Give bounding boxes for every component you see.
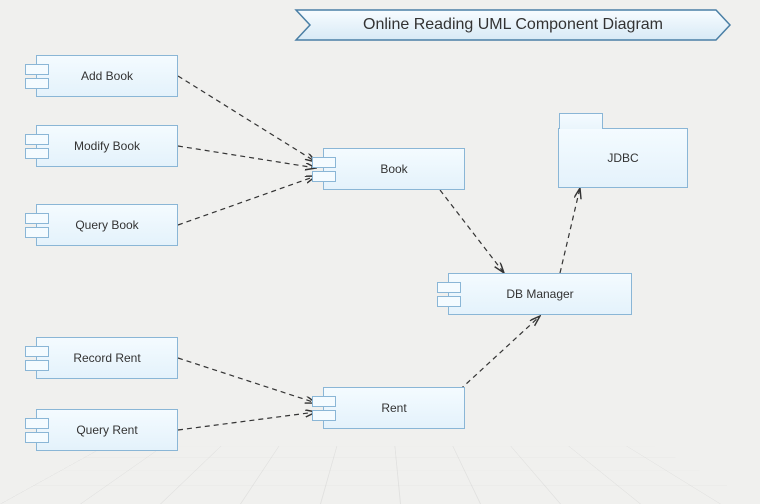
component-lug xyxy=(312,396,336,407)
package-jdbc: JDBC xyxy=(558,128,688,188)
component-label: DB Manager xyxy=(506,287,573,301)
component-lug xyxy=(437,282,461,293)
component-modify-book: Modify Book xyxy=(36,125,178,167)
component-query-book: Query Book xyxy=(36,204,178,246)
folder-tab xyxy=(559,113,603,129)
component-add-book: Add Book xyxy=(36,55,178,97)
component-lug xyxy=(25,432,49,443)
component-label: Query Rent xyxy=(76,423,137,437)
component-label: Rent xyxy=(381,401,406,415)
component-lug xyxy=(25,64,49,75)
component-label: Book xyxy=(380,162,407,176)
component-lug xyxy=(312,410,336,421)
component-label: Add Book xyxy=(81,69,133,83)
component-lug xyxy=(437,296,461,307)
component-query-rent: Query Rent xyxy=(36,409,178,451)
component-lug xyxy=(312,171,336,182)
component-lug xyxy=(25,148,49,159)
component-lug xyxy=(25,213,49,224)
component-record-rent: Record Rent xyxy=(36,337,178,379)
component-book: Book xyxy=(323,148,465,190)
diagram-title: Online Reading UML Component Diagram xyxy=(296,10,730,40)
component-lug xyxy=(25,360,49,371)
component-lug xyxy=(25,418,49,429)
package-label: JDBC xyxy=(607,151,638,165)
component-lug xyxy=(312,157,336,168)
component-db-manager: DB Manager xyxy=(448,273,632,315)
component-rent: Rent xyxy=(323,387,465,429)
component-label: Modify Book xyxy=(74,139,140,153)
component-lug xyxy=(25,78,49,89)
diagram-title-text: Online Reading UML Component Diagram xyxy=(363,16,663,34)
perspective-grid xyxy=(0,446,760,504)
component-label: Record Rent xyxy=(73,351,140,365)
component-lug xyxy=(25,227,49,238)
component-label: Query Book xyxy=(75,218,138,232)
component-lug xyxy=(25,134,49,145)
component-lug xyxy=(25,346,49,357)
